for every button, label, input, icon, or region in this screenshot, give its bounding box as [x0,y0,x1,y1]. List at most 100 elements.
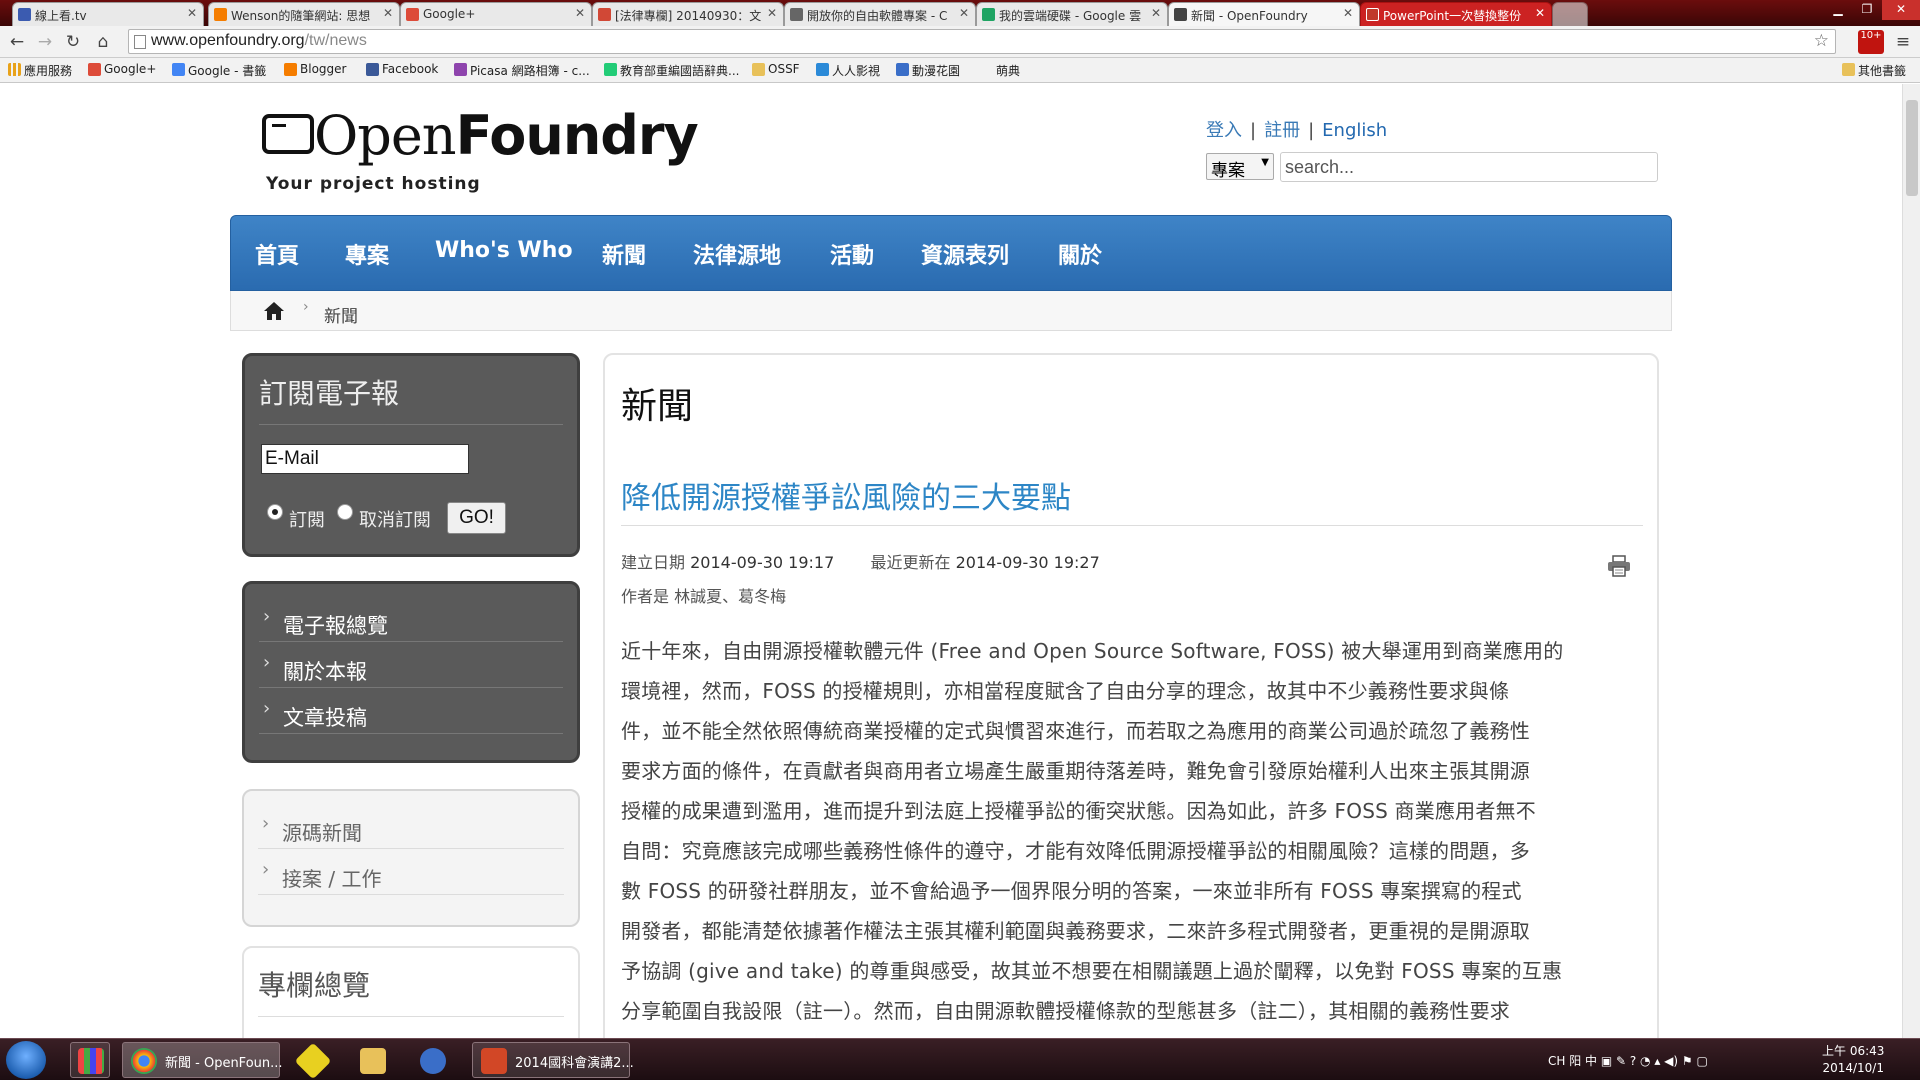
subscribe-radio[interactable] [267,504,283,520]
browser-tab[interactable]: 我的雲端硬碟 - Google 雲 ✕ [976,2,1168,26]
bookmark-facebook[interactable]: Facebook [366,62,438,76]
sidebar-item-submit-article[interactable]: › 文章投稿 [259,688,563,734]
column-overview-title: 專欄總覽 [258,969,371,1002]
nav-about[interactable]: 關於 [1058,238,1102,270]
newsletter-links-box: › 電子報總覽 › 關於本報 › 文章投稿 [242,581,580,763]
browser-tab[interactable]: Google+ ✕ [400,2,592,26]
nav-home[interactable]: 首頁 [255,238,299,270]
body-line: 數 FOSS 的研發社群朋友，並不會給過予一個界限分明的答案，一來並非所有 FO… [621,879,1522,903]
email-field[interactable]: E-Mail [261,444,469,474]
bookmark-google-plus[interactable]: Google+ [88,62,156,76]
home-icon[interactable] [263,301,285,321]
app-diamond-icon [294,1042,332,1080]
page-scrollbar[interactable] [1902,84,1920,1038]
browser-tab-active[interactable]: 新聞 - OpenFoundry ✕ [1168,2,1360,26]
extension-icon[interactable]: 10+ [1858,30,1884,54]
bookmark-ossf[interactable]: OSSF [752,62,800,76]
browser-tab[interactable]: Wenson的隨筆網站: 思想 ✕ [208,2,400,26]
english-link[interactable]: English [1322,120,1387,141]
address-bar[interactable]: www.openfoundry.org/tw/news ☆ [128,29,1836,54]
taskbar-chrome-window[interactable]: 新聞 - OpenFoun... [122,1042,283,1078]
bookmark-apps[interactable]: 應用服務 [8,62,72,79]
nav-whos-who[interactable]: Who's Who [435,238,573,263]
bookmark-label: Facebook [382,62,439,76]
nav-legal[interactable]: 法律源地 [693,238,781,270]
register-link[interactable]: 註冊 [1264,120,1300,141]
login-link[interactable]: 登入 [1206,120,1242,141]
restore-icon[interactable]: ❐ [1853,0,1881,20]
nav-news[interactable]: 新聞 [602,238,646,270]
sidebar-item-source-news[interactable]: › 源碼新聞 [258,803,564,849]
tab-title: 線上看.tv [35,9,87,23]
sidebar-item-jobs[interactable]: › 接案 / 工作 [258,849,564,895]
search-scope-select[interactable]: 專案 ▼ [1206,153,1274,181]
nav-resources[interactable]: 資源表列 [921,238,1009,270]
tab-close-icon[interactable]: ✕ [187,6,197,20]
bookmark-dictionary[interactable]: 教育部重編國語辭典... [604,62,739,79]
bookmark-star-icon[interactable]: ☆ [1814,31,1829,51]
menu-icon[interactable]: ≡ [1892,31,1914,53]
browser-tab[interactable]: 開放你的自由軟體專案 - C ✕ [784,2,976,26]
taskbar-pinned-app[interactable] [412,1042,452,1078]
bookmark-blogger[interactable]: Blogger [284,62,346,76]
powerpoint-icon [481,1048,507,1074]
tab-close-icon[interactable]: ✕ [1535,6,1545,20]
article-authors: 作者是 林誠夏、葛冬梅 [621,583,786,607]
system-tray[interactable]: CH 阳 中 ▣ ✎ ? ◔ ▴ ◀) ⚑ ▢ [1548,1052,1708,1069]
bookmark-renren[interactable]: 人人影視 [816,62,880,79]
sidebar-item-newsletter-overview[interactable]: › 電子報總覽 [259,596,563,642]
bookmark-dmhy[interactable]: 動漫花園 [896,62,960,79]
browser-tab[interactable]: PowerPoint一次替換整份 ✕ [1360,2,1552,26]
taskbar-pinned-app[interactable] [352,1042,392,1078]
start-button-icon[interactable] [6,1041,46,1079]
scrollbar-thumb[interactable] [1906,100,1918,196]
close-window-icon[interactable]: ✕ [1882,0,1920,20]
taskbar-pinned-app[interactable] [292,1042,332,1080]
taskbar-clock[interactable]: 上午 06:43 2014/10/1 [1822,1043,1884,1077]
nav-projects[interactable]: 專案 [345,238,389,270]
browser-tab[interactable]: 線上看.tv ✕ [12,2,204,26]
tab-close-icon[interactable]: ✕ [1151,6,1161,20]
taskbar-powerpoint-window[interactable]: 2014國科會演講2... [472,1042,634,1078]
tab-favicon-icon [214,8,227,21]
sidebar-item-about-paper[interactable]: › 關於本報 [259,642,563,688]
source-links-box: › 源碼新聞 › 接案 / 工作 [242,789,580,927]
print-icon[interactable] [1607,555,1631,577]
picasa-icon [454,63,467,76]
taskbar-pinned-app[interactable] [70,1042,110,1078]
browser-tab[interactable]: [法律專欄] 20140930：文 ✕ [592,2,784,26]
chevron-right-icon: › [262,813,270,834]
created-date: 2014-09-30 19:17 [690,553,835,572]
tab-close-icon[interactable]: ✕ [383,6,393,20]
other-bookmarks[interactable]: 其他書籤 [1842,62,1906,79]
bookmark-label: Google+ [104,62,157,76]
subscribe-label: 訂閱 [289,510,325,531]
nav-events[interactable]: 活動 [830,238,874,270]
chevron-right-icon: › [263,606,271,627]
go-button[interactable]: GO! [447,502,506,534]
bookmark-google-bookmarks[interactable]: Google - 書籤 [172,62,266,79]
tab-close-icon[interactable]: ✕ [767,6,777,20]
moedict-icon [980,63,993,76]
body-line: 要求方面的條件，在貢獻者與商用者立場產生嚴重期待落差時，難免會引發原始權利人出來… [621,759,1530,783]
sidebar-item-label: 電子報總覽 [283,614,388,638]
unsubscribe-radio[interactable] [337,504,353,520]
newsletter-box: 訂閱電子報 E-Mail 訂閱 取消訂閱 GO! [242,353,580,557]
bookmark-moedict[interactable]: 萌典 [980,62,1020,79]
forward-icon[interactable]: → [34,31,56,53]
reload-icon[interactable]: ↻ [62,31,84,53]
sidebar-item-label: 文章投稿 [283,706,367,730]
article-title[interactable]: 降低開源授權爭訟風險的三大要點 [621,473,1071,517]
minimize-icon[interactable]: ▁ [1824,0,1852,20]
bookmark-label: 人人影視 [832,64,881,78]
tab-close-icon[interactable]: ✕ [959,6,969,20]
tab-close-icon[interactable]: ✕ [575,6,585,20]
tab-title: Wenson的隨筆網站: 思想 [231,9,371,23]
bookmark-label: 動漫花園 [912,64,961,78]
search-input[interactable]: search... [1280,152,1658,182]
bookmark-picasa[interactable]: Picasa 網路相簿 - c... [454,62,590,79]
home-button-icon[interactable]: ⌂ [92,31,114,53]
back-icon[interactable]: ← [6,31,28,53]
tab-close-icon[interactable]: ✕ [1343,6,1353,20]
new-tab-button[interactable] [1552,2,1588,26]
